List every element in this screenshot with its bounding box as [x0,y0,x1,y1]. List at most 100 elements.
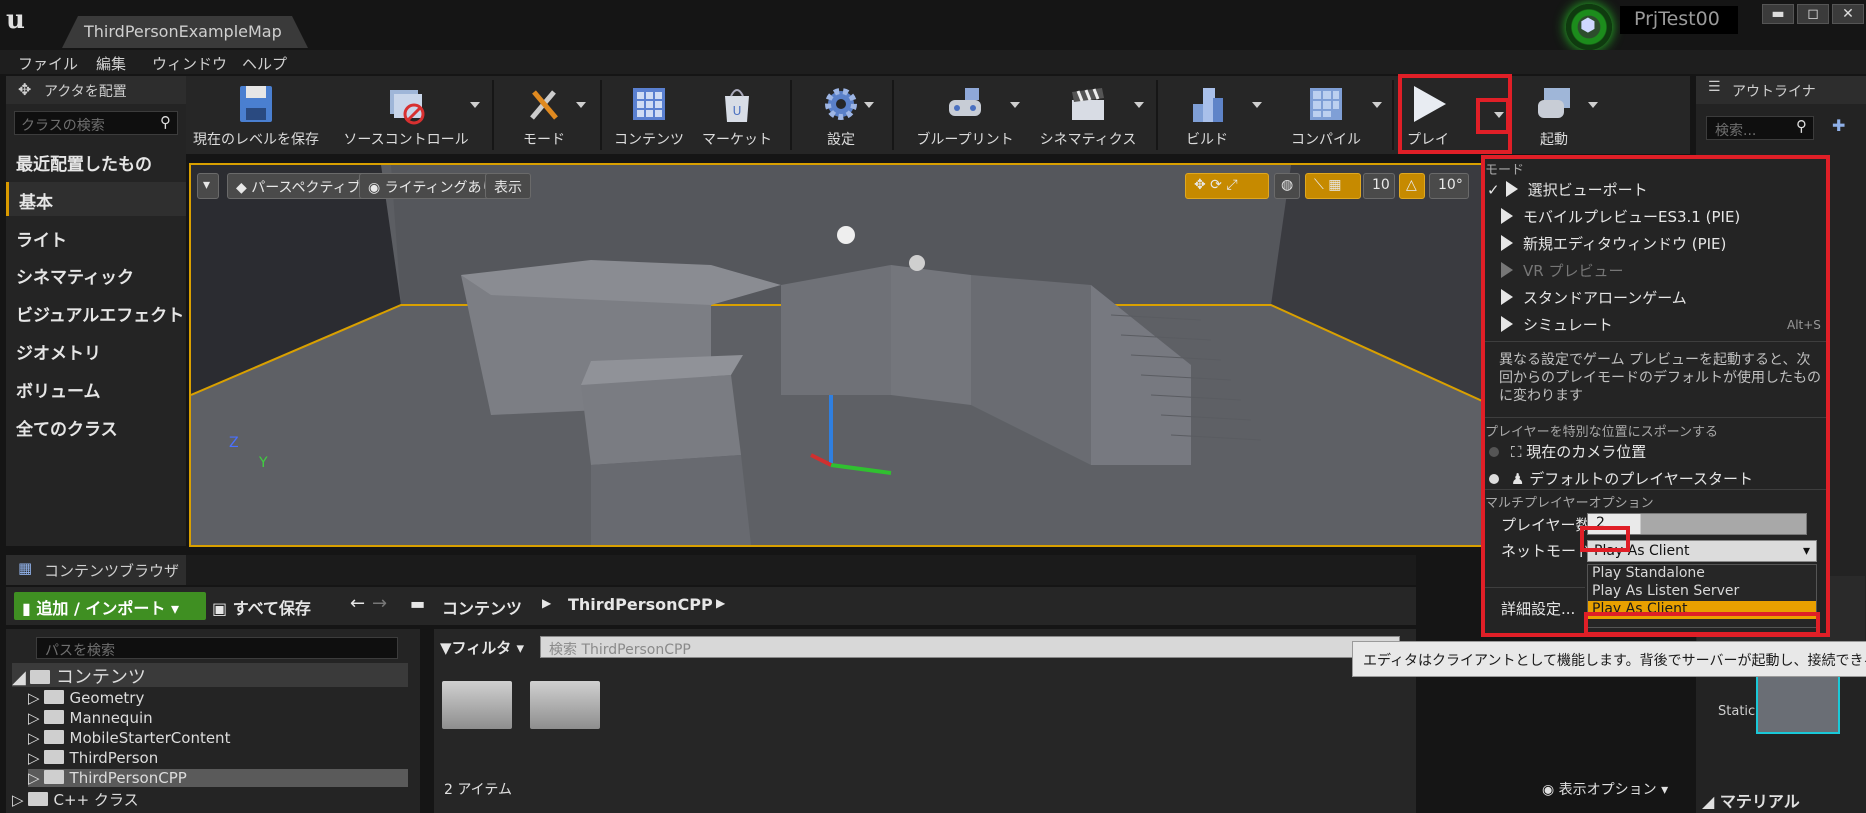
category-visual-effects[interactable]: ビジュアルエフェクト [6,295,186,329]
content-button[interactable]: コンテンツ [606,76,692,154]
compile-dropdown-icon[interactable] [1372,102,1382,108]
map-tab[interactable]: ThirdPersonExampleMap [62,16,308,48]
view-options-button[interactable]: ◉ 表示オプション ▾ [1542,779,1668,799]
play-mode-standalone[interactable]: スタンドアローンゲーム [1501,287,1687,308]
add-actor-icon[interactable]: ✚ [1832,116,1845,135]
grid-snap-toggle[interactable]: ⟍ ▦ [1305,173,1361,199]
class-search-input[interactable]: クラスの検索 ⚲ [14,111,178,135]
cinematics-dropdown-icon[interactable] [1134,102,1144,108]
blueprints-button[interactable]: ブループリント [900,76,1030,154]
build-button[interactable]: ビルド [1164,76,1250,154]
modes-dropdown-icon[interactable] [576,102,586,108]
play-icon [1501,262,1513,278]
tree-item-thirdperson[interactable]: ▷ ThirdPerson [28,749,158,767]
play-options-dropdown-icon[interactable] [1494,112,1504,118]
content-browser-tab[interactable]: ▦ コンテンツブラウザ [6,555,186,585]
tree-item-mannequin[interactable]: ▷ Mannequin [28,709,153,727]
source-control-button[interactable]: ソースコントロール [336,76,476,154]
modes-icon [530,90,558,120]
maximize-button[interactable]: ◻ [1797,4,1829,24]
path-root-breadcrumb[interactable]: コンテンツ [442,595,522,619]
folder-thumbnail[interactable] [442,681,512,729]
play-mode-selected-viewport[interactable]: ✓ 選択ビューポート [1487,179,1648,200]
material-section-header[interactable]: ◢ マテリアル [1702,788,1800,812]
folder-icon: ▬ [410,594,426,613]
forward-arrow-icon[interactable]: → [372,593,387,614]
rotation-snap-icon[interactable]: △ [1399,173,1425,199]
net-mode-option-listen-server[interactable]: Play As Listen Server [1588,583,1816,601]
net-mode-select[interactable]: Play As Client ▾ [1587,540,1817,562]
build-dropdown-icon[interactable] [1252,102,1262,108]
folder-icon [43,770,64,784]
play-icon [1501,289,1513,305]
content-browser-title: コンテンツブラウザ [44,562,180,580]
play-mode-mobile-preview[interactable]: モバイルプレビューES3.1 (PIE) [1501,206,1740,227]
net-mode-option-standalone[interactable]: Play Standalone [1588,565,1816,583]
asset-search-input[interactable]: 検索 ThirdPersonCPP [540,636,1400,658]
tree-item-geometry[interactable]: ▷ Geometry [28,689,144,707]
grid-size-value[interactable]: 10 [1363,173,1395,199]
play-mode-label: VR プレビュー [1523,262,1624,280]
perspective-button[interactable]: ◆ パースペクティブ [227,173,370,199]
filter-label: フィルタ [451,639,512,657]
tree-item-cpp-classes[interactable]: ▷ C++ クラス [12,789,139,810]
place-actors-tab[interactable]: ✥ アクタを配置 [6,76,186,104]
add-import-label: 追加 / インポート [36,599,166,618]
level-viewport[interactable]: ▾ ◆ パースペクティブ ◉ ライティングあり 表示 ✥ ⟳ ⤢ ◍ ⟍ ▦ 1… [189,163,1493,547]
path-search-input[interactable]: パスを検索 [36,637,398,659]
tree-item-mobile-starter[interactable]: ▷ MobileStarterContent [28,729,230,747]
search-icon: ⚲ [160,113,171,131]
menu-window[interactable]: ウィンドウ [152,53,227,74]
menu-help[interactable]: ヘルプ [242,53,287,74]
players-count-spinbox[interactable]: 2 [1587,513,1807,535]
blueprints-dropdown-icon[interactable] [1010,102,1020,108]
transform-mode-group[interactable]: ✥ ⟳ ⤢ [1185,173,1269,199]
save-level-button[interactable]: 現在のレベルを保存 [186,76,326,154]
folder-thumbnail[interactable] [530,681,600,729]
category-geometry[interactable]: ジオメトリ [6,333,186,367]
category-cinematic[interactable]: シネマティック [6,257,186,291]
settings-button[interactable]: 設定 [798,76,884,154]
outliner-tab[interactable]: ☰ アウトライナ [1696,76,1866,104]
marketplace-button[interactable]: U マーケット [694,76,780,154]
tree-item-label: MobileStarterContent [69,729,231,747]
menu-file[interactable]: ファイル [18,53,78,74]
lighting-mode-button[interactable]: ◉ ライティングあり [359,173,505,199]
category-recent[interactable]: 最近配置したもの [6,144,186,178]
play-button[interactable]: プレイ [1400,76,1456,154]
net-mode-option-client[interactable]: Play As Client [1588,601,1816,619]
close-button[interactable]: ✕ [1832,4,1864,24]
modes-button[interactable]: モード [500,76,588,154]
category-volumes[interactable]: ボリューム [6,371,186,405]
tree-item-thirdpersoncpp[interactable]: ▷ ThirdPersonCPP [28,769,408,787]
add-import-button[interactable]: ▮ 追加 / インポート ▾ [14,592,206,620]
category-basic[interactable]: 基本 [6,182,186,216]
category-all-classes[interactable]: 全てのクラス [6,409,186,443]
viewport-options-dropdown[interactable]: ▾ [197,173,219,199]
launch-dropdown-icon[interactable] [1588,102,1598,108]
play-mode-simulate[interactable]: シミュレート [1501,314,1613,335]
show-button[interactable]: 表示 [485,173,531,199]
net-mode-tooltip: エディタはクライアントとして機能します。背後でサーバーが起動し、接続できるように… [1352,641,1866,677]
play-mode-label: 新規エディタウィンドウ (PIE) [1523,235,1727,253]
rotation-snap-value[interactable]: 10° [1429,173,1469,199]
world-space-icon[interactable]: ◍ [1274,173,1300,199]
play-mode-new-window[interactable]: 新規エディタウィンドウ (PIE) [1501,233,1726,254]
category-lights[interactable]: ライト [6,220,186,254]
source-control-dropdown-icon[interactable] [470,102,480,108]
minimize-button[interactable]: ▬ [1762,4,1794,24]
advanced-settings-item[interactable]: 詳細設定... [1501,598,1575,619]
tree-root-content[interactable]: ◢ コンテンツ [12,663,408,688]
save-icon: ▣ [212,599,233,618]
spawn-at-camera-option[interactable]: ⛶ 現在のカメラ位置 [1489,441,1646,462]
compile-button[interactable]: コンパイル [1274,76,1378,154]
launch-button[interactable]: 起動 [1510,76,1598,154]
menu-edit[interactable]: 編集 [96,53,126,74]
filter-button[interactable]: ▼フィルタ ▾ [440,637,524,658]
spawn-at-player-start-option[interactable]: ♟ デフォルトのプレイヤースタート [1489,468,1753,489]
path-current-breadcrumb[interactable]: ThirdPersonCPP [568,595,713,614]
save-all-button[interactable]: ▣ すべて保存 [212,595,311,619]
settings-dropdown-icon[interactable] [864,102,874,108]
back-arrow-icon[interactable]: ← [350,593,365,614]
cinematics-button[interactable]: シネマティクス [1028,76,1148,154]
